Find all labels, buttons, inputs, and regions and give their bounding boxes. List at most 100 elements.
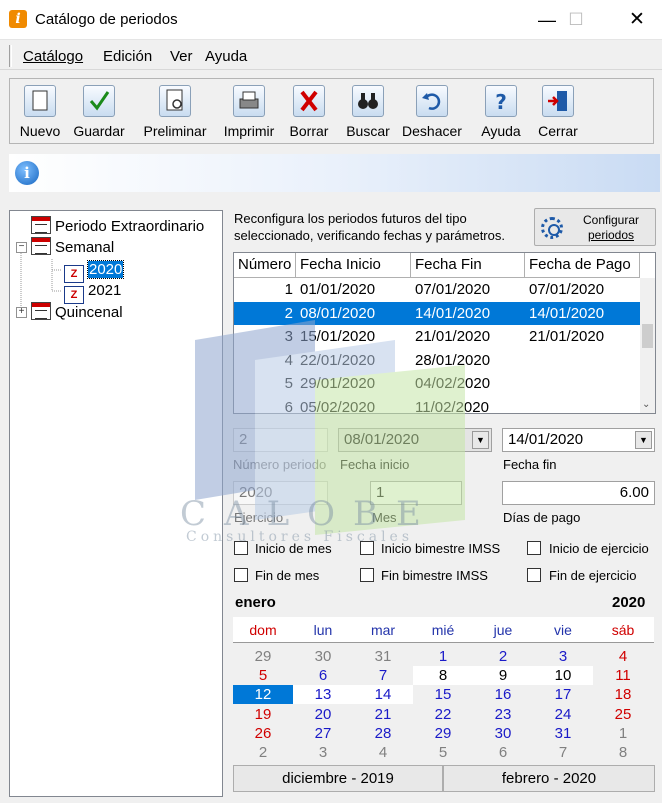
column-header-fecha-pago[interactable]: Fecha de Pago [525,253,640,278]
table-row[interactable]: 5 29/01/2020 04/02/2020 [234,372,640,395]
chevron-down-icon[interactable]: ▼ [472,431,489,449]
help-button[interactable]: ? Ayuda [476,85,526,141]
maximize-button[interactable]: ☐ [553,0,599,40]
fin-mes-checkbox[interactable] [234,568,248,582]
fin-bimestre-imss-checkbox[interactable] [360,568,374,582]
calendar-day[interactable]: 23 [473,705,533,724]
calendar-day[interactable]: 1 [593,724,653,743]
calendar-day[interactable]: 10 [533,666,593,686]
fin-bimestre-imss-label: Fin bimestre IMSS [381,568,488,583]
calendar-day[interactable]: 2 [233,743,293,762]
tree-item-2021[interactable]: Z 2021 [64,281,121,304]
calendar-day[interactable]: 6 [473,743,533,762]
calendar-day[interactable]: 27 [293,724,353,743]
calendar-day[interactable]: 5 [413,743,473,762]
table-cell: 07/01/2020 [415,281,491,298]
tree-item-semanal[interactable]: Semanal [31,237,114,257]
calendar-day[interactable]: 19 [233,705,293,724]
calendar-day[interactable]: 12 [233,685,293,705]
periods-grid[interactable]: Número Fecha Inicio Fecha Fin Fecha de P… [233,252,656,414]
save-button[interactable]: Guardar [68,85,130,141]
calendar-day[interactable]: 6 [293,666,353,685]
next-month-button[interactable]: febrero - 2020 [443,765,655,792]
menu-ayuda[interactable]: Ayuda [205,48,247,65]
fecha-fin-dropdown[interactable]: 14/01/2020 ▼ [502,428,655,452]
calendar-day[interactable]: 29 [413,724,473,743]
column-header-fecha-fin[interactable]: Fecha Fin [411,253,525,278]
table-cell [525,372,640,395]
preview-button[interactable]: Preliminar [136,85,214,141]
calendar-day[interactable]: 14 [353,685,413,705]
calendar-day[interactable]: 17 [533,685,593,704]
calendar-day[interactable]: 30 [293,647,353,666]
menu-ver[interactable]: Ver [170,48,193,65]
calendar-day[interactable]: 18 [593,685,653,704]
tree-item-2020[interactable]: Z 2020 [64,260,125,283]
calendar-day[interactable]: 26 [233,724,293,743]
column-header-fecha-inicio[interactable]: Fecha Inicio [296,253,411,278]
calendar-day[interactable]: 29 [233,647,293,666]
weekday-label: jue [493,622,513,638]
calendar-day[interactable]: 22 [413,705,473,724]
menu-edicion[interactable]: Edición [103,48,152,65]
numero-periodo-field[interactable]: 2 [233,428,328,452]
table-row[interactable]: 4 22/01/2020 28/01/2020 [234,349,640,372]
calendar-day[interactable]: 5 [233,666,293,685]
calendar-day[interactable]: 4 [353,743,413,762]
calendar-day[interactable]: 31 [533,724,593,743]
calendar-day[interactable]: 3 [293,743,353,762]
close-button[interactable]: ✕ [614,0,660,40]
previous-month-button[interactable]: diciembre - 2019 [233,765,443,792]
calendar-day[interactable]: 31 [353,647,413,666]
calendar-day[interactable]: 20 [293,705,353,724]
calendar-day[interactable]: 7 [533,743,593,762]
calendar-day[interactable]: 28 [353,724,413,743]
calendar-day[interactable]: 4 [593,647,653,666]
chevron-down-icon[interactable]: ▼ [635,431,652,449]
expand-quincenal-icon[interactable]: + [16,307,27,318]
table-row[interactable]: 3 15/01/2020 21/01/2020 21/01/2020 [234,325,640,348]
scroll-down-arrow-icon[interactable]: ⌄ [642,399,650,410]
column-header-numero[interactable]: Número [234,253,296,278]
fin-ejercicio-checkbox[interactable] [527,568,541,582]
delete-button[interactable]: Borrar [283,85,335,141]
menu-grip [9,45,12,67]
calendar-day[interactable]: 8 [413,666,473,686]
calendar-day[interactable]: 15 [413,685,473,704]
calendar-day[interactable]: 3 [533,647,593,666]
table-cell: 07/01/2020 [529,281,605,298]
table-cell: 3 [284,328,293,345]
print-button[interactable]: Imprimir [217,85,281,141]
calendar-day[interactable]: 16 [473,685,533,704]
grid-vertical-scrollbar[interactable]: ⌄ [640,278,655,413]
fecha-inicio-dropdown[interactable]: 08/01/2020 ▼ [338,428,492,452]
tree-item-extraordinario[interactable]: Periodo Extraordinario [31,216,204,236]
scrollbar-thumb[interactable] [642,324,653,348]
calendar-day[interactable]: 7 [353,666,413,685]
calendar-day[interactable]: 8 [593,743,653,762]
dias-pago-field[interactable]: 6.00 [502,481,655,505]
collapse-semanal-icon[interactable]: − [16,242,27,253]
calendar-day[interactable]: 2 [473,647,533,666]
calendar-day[interactable]: 1 [413,647,473,666]
calendar-day[interactable]: 21 [353,705,413,724]
calendar-day[interactable]: 9 [473,666,533,686]
calendar-day[interactable]: 25 [593,705,653,724]
search-button[interactable]: Buscar [340,85,396,141]
undo-button[interactable]: Deshacer [399,85,465,141]
tree-item-quincenal[interactable]: Quincenal [31,302,123,322]
close-window-button[interactable]: Cerrar [533,85,583,141]
new-button[interactable]: Nuevo [16,85,64,141]
table-row[interactable]: 6 05/02/2020 11/02/2020 [234,396,640,414]
calendar-day[interactable]: 30 [473,724,533,743]
calendar-day[interactable]: 11 [593,666,653,685]
table-row[interactable]: 2 08/01/2020 14/01/2020 14/01/2020 [234,301,640,325]
menu-catalogo[interactable]: Catálogo [23,48,83,65]
configure-periods-button[interactable]: Configurar periodos [534,208,656,246]
table-cell: 2 [284,304,293,322]
table-cell: 05/02/2020 [300,398,376,414]
calendar-day[interactable]: 24 [533,705,593,724]
inicio-ejercicio-checkbox[interactable] [527,541,541,555]
table-row[interactable]: 1 01/01/2020 07/01/2020 07/01/2020 [234,278,640,301]
calendar-day[interactable]: 13 [293,685,353,705]
